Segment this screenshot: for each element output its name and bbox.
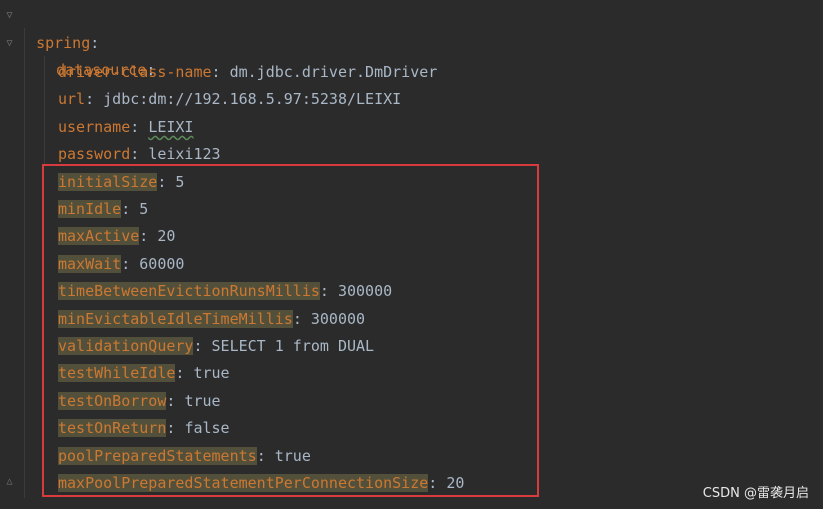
yaml-line-datasource[interactable]: datasource:: [38, 31, 155, 79]
yaml-line-url[interactable]: url: jdbc:dm://192.168.5.97:5238/LEIXI: [58, 86, 401, 112]
yaml-key: url: [58, 90, 86, 109]
selection-highlight-box: [42, 164, 539, 497]
indent-guide: [24, 28, 25, 498]
yaml-value: leixi123: [148, 145, 221, 164]
yaml-key: driver-class-name: [58, 63, 212, 81]
yaml-value: jdbc:dm://192.168.5.97:5238/LEIXI: [103, 90, 402, 109]
editor-gutter: ▽ ▽ △: [0, 0, 18, 509]
fold-toggle-icon[interactable]: ▽: [4, 10, 15, 22]
yaml-key: password: [58, 145, 131, 164]
yaml-line-username[interactable]: username: LEIXI: [58, 114, 193, 140]
watermark: CSDN @雷袭月启: [702, 486, 809, 501]
yaml-key: username: [58, 117, 131, 136]
fold-toggle-icon[interactable]: ▽: [4, 38, 15, 50]
yaml-value: LEIXI: [148, 117, 194, 136]
yaml-value: dm.jdbc.driver.DmDriver: [229, 63, 438, 81]
yaml-line-spring[interactable]: spring:: [18, 4, 99, 52]
yaml-line-driver-class-name[interactable]: driver-class-name: dm.jdbc.driver.DmDriv…: [58, 59, 437, 85]
fold-end-icon[interactable]: △: [4, 476, 15, 488]
